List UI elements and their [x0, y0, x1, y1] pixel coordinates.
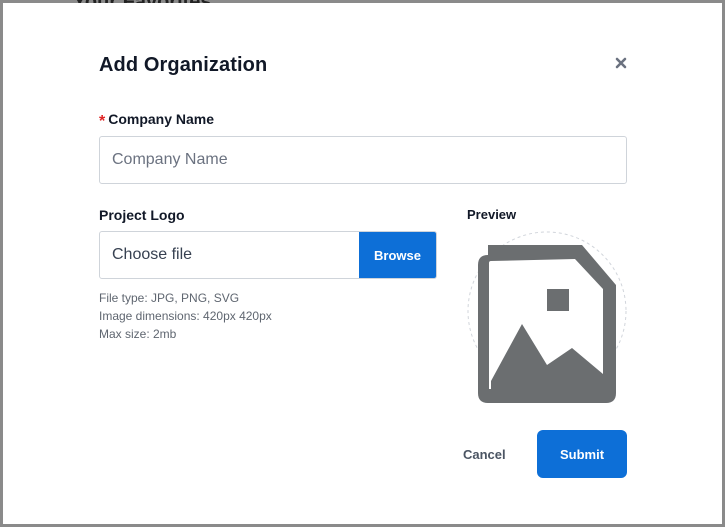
preview-label: Preview	[467, 207, 517, 222]
submit-button[interactable]: Submit	[537, 430, 627, 478]
image-placeholder-icon	[467, 231, 627, 403]
preview-area	[467, 231, 627, 407]
max-size-hint: Max size: 2mb	[99, 327, 177, 341]
company-name-label-text: Company Name	[108, 111, 215, 127]
modal-actions: Cancel Submit	[463, 430, 627, 478]
close-icon	[615, 57, 627, 69]
add-organization-modal: Add Organization * Company Name Project …	[3, 3, 722, 524]
company-name-label: * Company Name	[99, 111, 215, 130]
app-window: Your Favorites Add Organization * Compan…	[0, 0, 725, 527]
close-button[interactable]	[612, 54, 630, 72]
modal-title: Add Organization	[99, 54, 268, 76]
image-dimensions-hint: Image dimensions: 420px 420px	[99, 309, 272, 323]
browse-button[interactable]: Browse	[359, 232, 436, 278]
file-picker[interactable]: Choose file Browse	[99, 231, 437, 279]
cancel-button[interactable]: Cancel	[463, 430, 506, 478]
file-hints: File type: JPG, PNG, SVG Image dimension…	[99, 289, 272, 343]
required-marker: *	[99, 113, 106, 130]
project-logo-label: Project Logo	[99, 207, 185, 223]
company-name-input[interactable]	[99, 136, 627, 184]
file-type-hint: File type: JPG, PNG, SVG	[99, 291, 240, 305]
choose-file-text[interactable]: Choose file	[100, 232, 359, 278]
